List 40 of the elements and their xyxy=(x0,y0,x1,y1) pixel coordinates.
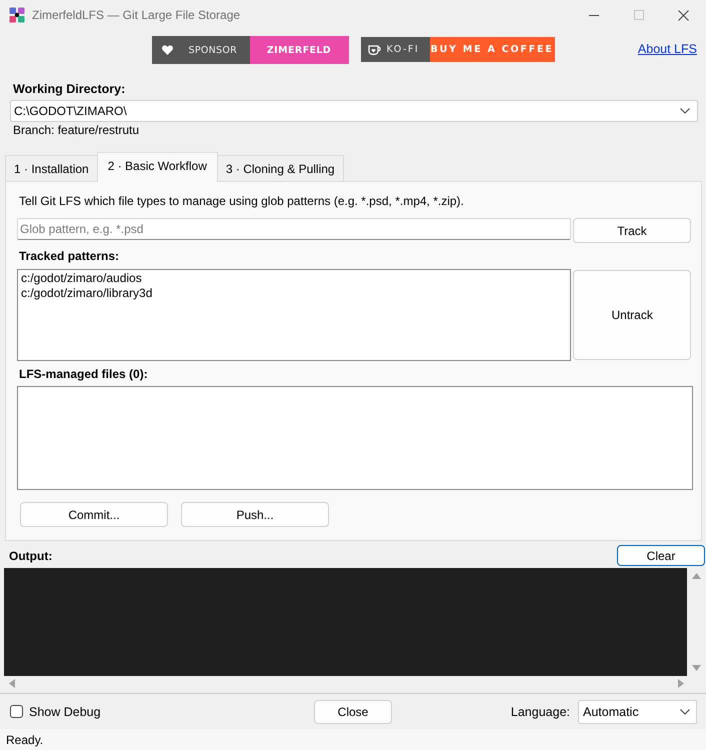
list-item[interactable]: c:/godot/zimaro/library3d xyxy=(21,286,568,301)
directory-combobox[interactable]: C:\GODOT\ZIMARO\ xyxy=(10,100,698,122)
description-text: Tell Git LFS which file types to manage using glob patterns (e.g. *.psd, *.mp4, *.zip). xyxy=(19,193,465,209)
close-icon xyxy=(678,10,689,20)
show-debug-checkbox[interactable] xyxy=(10,705,23,718)
branch-label: Branch: feature/restrutu xyxy=(13,123,140,138)
push-button[interactable]: Push... xyxy=(181,502,329,527)
language-select[interactable]: Automatic xyxy=(578,700,697,724)
scroll-down-icon[interactable] xyxy=(692,665,700,671)
show-debug-label: Show Debug xyxy=(29,704,101,718)
working-directory-label: Working Directory: xyxy=(13,82,126,97)
scroll-left-icon[interactable] xyxy=(9,679,15,688)
heart-icon xyxy=(162,45,172,55)
window-title: ZimerfeldLFS — Git Large File Storage xyxy=(32,8,240,22)
close-dialog-button[interactable]: Close xyxy=(314,700,392,724)
tracked-patterns-list[interactable]: c:/godot/zimaro/audios c:/godot/zimaro/library3d xyxy=(17,269,572,361)
tab[interactable]: 1 · Installation xyxy=(5,155,98,181)
status-text: Ready. xyxy=(6,733,44,747)
lfs-files-label: LFS-managed files (0): xyxy=(19,366,149,382)
tab[interactable]: 2 · Basic Workflow xyxy=(96,152,218,182)
chevron-down-icon xyxy=(680,708,690,714)
about-link[interactable]: About LFS xyxy=(638,42,697,56)
app-icon xyxy=(9,7,25,23)
output-label: Output: xyxy=(9,548,52,562)
commit-button[interactable]: Commit... xyxy=(20,502,168,527)
cup-icon xyxy=(368,44,380,54)
chevron-down-icon xyxy=(680,108,690,114)
maximize-icon xyxy=(634,10,644,20)
scroll-up-icon[interactable] xyxy=(692,573,700,579)
minimize-icon xyxy=(588,14,598,16)
scroll-right-icon[interactable] xyxy=(678,679,684,688)
untrack-button[interactable]: Untrack xyxy=(573,270,691,360)
tab[interactable]: 3 · Cloning & Pulling xyxy=(216,155,344,181)
language-label: Language: xyxy=(510,704,570,718)
glob-pattern-field[interactable]: Glob pattern, e.g. *.psd xyxy=(17,218,571,240)
tracked-patterns-label: Tracked patterns: xyxy=(19,248,120,264)
list-item[interactable]: c:/godot/zimaro/audios xyxy=(21,271,568,286)
clear-button[interactable]: Clear xyxy=(617,545,705,566)
track-button[interactable]: Track xyxy=(573,218,691,243)
lfs-files-list[interactable] xyxy=(17,386,693,490)
